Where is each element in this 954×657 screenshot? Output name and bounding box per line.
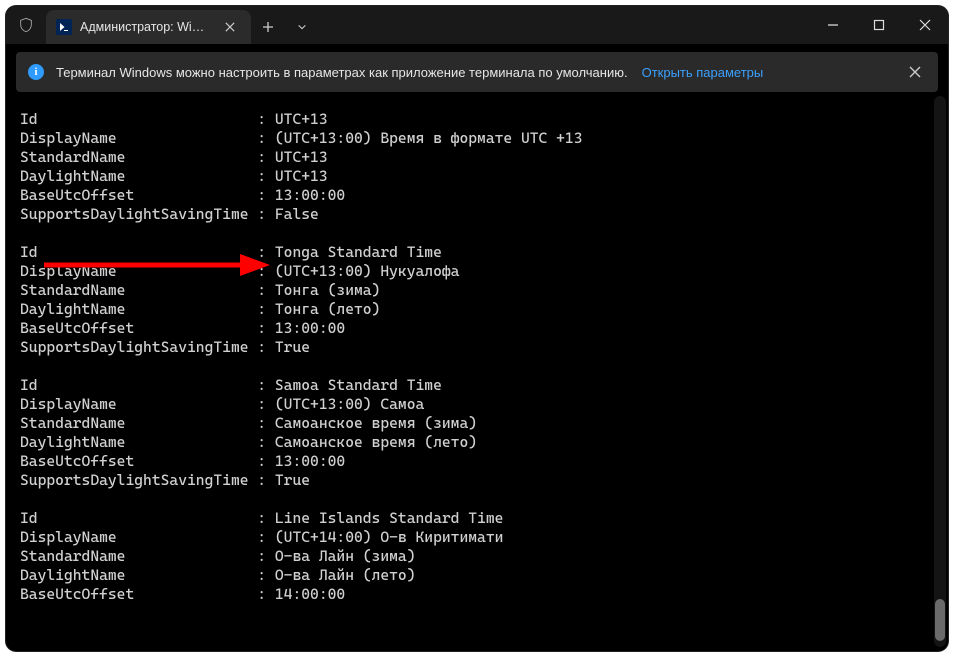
output-row: DaylightName: Тонга (лето)	[20, 300, 924, 319]
output-row: BaseUtcOffset: 13:00:00	[20, 186, 924, 205]
output-row: DaylightName: UTC+13	[20, 167, 924, 186]
info-message: Терминал Windows можно настроить в парам…	[56, 65, 628, 80]
output-row: StandardName: О-ва Лайн (зима)	[20, 547, 924, 566]
terminal-area[interactable]: Id: UTC+13DisplayName: (UTC+13:00) Время…	[6, 92, 948, 651]
output-row: BaseUtcOffset: 13:00:00	[20, 319, 924, 338]
scrollbar-thumb[interactable]	[935, 599, 945, 641]
dismiss-info-button[interactable]	[900, 57, 930, 87]
terminal-output: Id: UTC+13DisplayName: (UTC+13:00) Время…	[6, 92, 932, 651]
tab-close-button[interactable]	[219, 16, 241, 38]
output-row: DisplayName: (UTC+13:00) Самоа	[20, 395, 924, 414]
output-row: SupportsDaylightSavingTime: False	[20, 205, 924, 224]
scrollbar-track[interactable]	[934, 96, 946, 647]
output-block: Id: UTC+13DisplayName: (UTC+13:00) Время…	[20, 110, 924, 224]
output-row: BaseUtcOffset: 13:00:00	[20, 452, 924, 471]
info-icon: i	[28, 64, 44, 80]
open-settings-link[interactable]: Открыть параметры	[642, 65, 764, 80]
output-row: SupportsDaylightSavingTime: True	[20, 338, 924, 357]
output-row: BaseUtcOffset: 14:00:00	[20, 585, 924, 604]
output-row: Id: Samoa Standard Time	[20, 376, 924, 395]
output-row: DisplayName: (UTC+13:00) Время в формате…	[20, 129, 924, 148]
output-row: DaylightName: О-ва Лайн (лето)	[20, 566, 924, 585]
output-row: Id: UTC+13	[20, 110, 924, 129]
output-row: StandardName: UTC+13	[20, 148, 924, 167]
output-row: StandardName: Самоанское время (зима)	[20, 414, 924, 433]
output-row: StandardName: Тонга (зима)	[20, 281, 924, 300]
new-tab-button[interactable]	[251, 10, 285, 44]
tab-dropdown-button[interactable]	[285, 10, 319, 44]
maximize-button[interactable]	[856, 6, 902, 44]
output-row: DaylightName: Самоанское время (лето)	[20, 433, 924, 452]
output-block: Id: Tonga Standard TimeDisplayName: (UTC…	[20, 243, 924, 357]
tab-active[interactable]: Администратор: Windows Po	[46, 10, 251, 44]
info-bar: i Терминал Windows можно настроить в пар…	[16, 52, 938, 92]
close-window-button[interactable]	[902, 6, 948, 44]
tab-title: Администратор: Windows Po	[80, 20, 211, 34]
titlebar: Администратор: Windows Po	[6, 6, 948, 44]
output-row: DisplayName: (UTC+13:00) Нукуалофа	[20, 262, 924, 281]
output-block: Id: Samoa Standard TimeDisplayName: (UTC…	[20, 376, 924, 490]
output-row: Id: Line Islands Standard Time	[20, 509, 924, 528]
output-row: SupportsDaylightSavingTime: True	[20, 471, 924, 490]
output-row: DisplayName: (UTC+14:00) О-в Киритимати	[20, 528, 924, 547]
terminal-window: Администратор: Windows Po i Терминал Win…	[6, 6, 948, 651]
shield-icon	[6, 6, 46, 44]
output-block: Id: Line Islands Standard TimeDisplayNam…	[20, 509, 924, 604]
powershell-icon	[56, 19, 72, 35]
minimize-button[interactable]	[810, 6, 856, 44]
output-row: Id: Tonga Standard Time	[20, 243, 924, 262]
